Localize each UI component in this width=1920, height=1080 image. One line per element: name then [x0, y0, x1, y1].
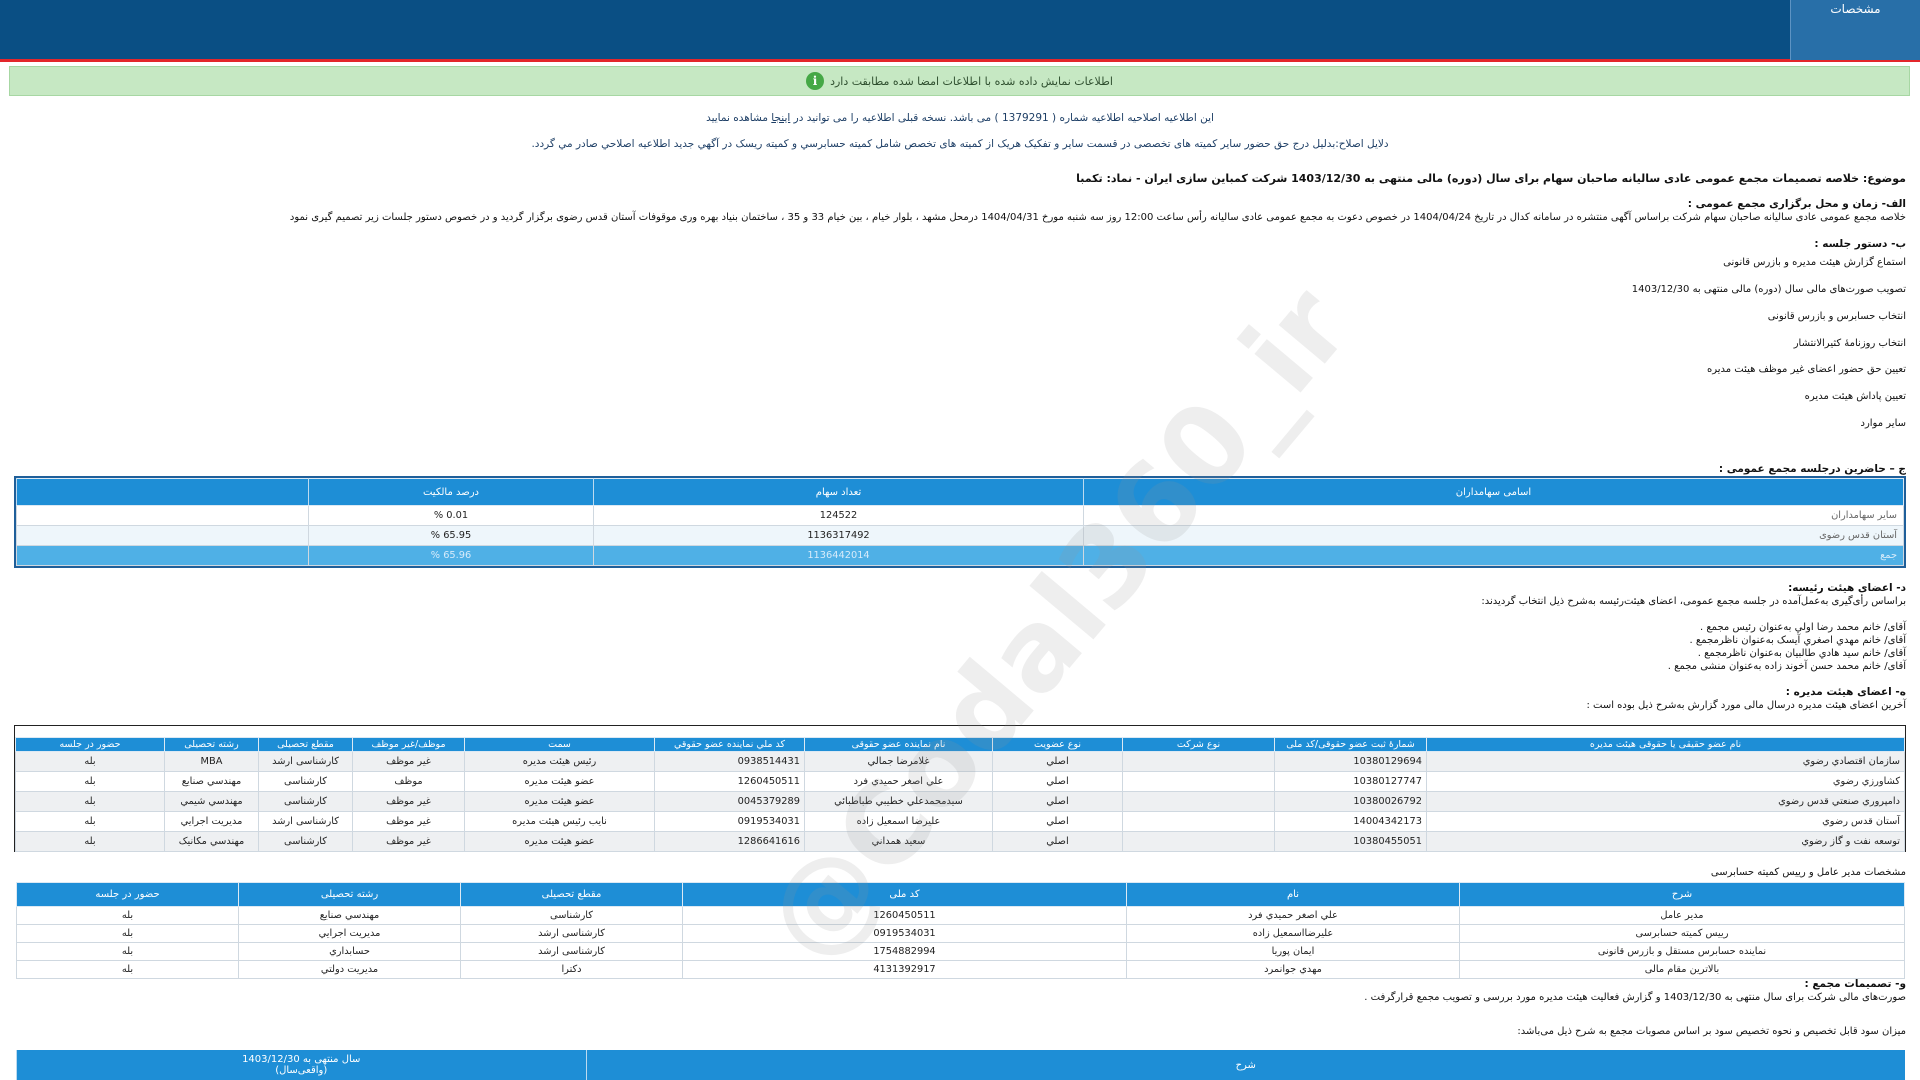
col-member-name: نام عضو حقیقی یا حقوقی هیئت مدیره	[1426, 737, 1905, 752]
table-row: نماینده حسابرس مستقل و بازرس قانونی ایمان…	[16, 942, 1905, 961]
section-e-title: ه- اعضای هیئت مدیره :	[1785, 686, 1906, 698]
table-row: بالاترین مقام مالی مهدي جوانمرد 4131392917…	[16, 960, 1905, 979]
col-registration-number: شمارۀ ثبت عضو حقوقی/کد ملی	[1274, 737, 1427, 752]
col-executive-status: موظف/غیر موظف	[352, 737, 465, 752]
presiding-member: آقای/ خانم سید هادي طالبيان به‌عنوان ناظ…	[1697, 648, 1906, 659]
section-c-title: ج – حاضرین درجلسه مجمع عمومی :	[1718, 463, 1906, 475]
col-representative-name: نام نماینده عضو حقوقی	[804, 737, 993, 752]
ceo-committee-table: شرح نام کد ملی مقطع تحصیلی رشته تحصیلی ح…	[16, 882, 1905, 979]
table-row: توسعه نفت و گاز رضوي 10380455051 اصلي سعید …	[15, 831, 1905, 852]
shareholders-table: اسامی سهامداران تعداد سهام درصد مالکیت س…	[14, 476, 1906, 568]
agenda-item: تعیین حق حضور اعضای غیر موظف هیئت مدیره	[1706, 364, 1906, 375]
table-row: دامپروري صنعتي قدس رضوي 10380026792 اصلي سی…	[15, 791, 1905, 812]
presiding-member: آقای/ خانم محمد حسن آخوند زاده به‌عنوان …	[1667, 661, 1906, 672]
agenda-item: انتخاب روزنامۀ کثیرالانتشار	[1793, 338, 1906, 349]
correction-notice: این اطلاعیه اصلاحیه اطلاعیه شماره ( 1379…	[706, 112, 1214, 124]
col-share-count: تعداد سهام	[593, 478, 1084, 506]
agenda-item: سایر موارد	[1860, 418, 1907, 429]
section-e-intro: آخرین اعضای هیئت مدیره درسال مالی مورد گ…	[1586, 700, 1906, 711]
section-d-title: د- اعضای هیئت رئیسه:	[1788, 582, 1906, 594]
profit-allocation-intro: میزان سود قابل تخصیص و نحوه تخصیص سود بر…	[1517, 1026, 1906, 1037]
col-position: سمت	[464, 737, 655, 752]
table-row: کشاورزي رضوي 10380127747 اصلي علي اصغر حمید…	[15, 771, 1905, 792]
col-attendance: حضور در جلسه	[16, 882, 239, 907]
col-national-id: کد ملی	[682, 882, 1127, 907]
table-row: سایر سهامداران 124522 0.01 %	[16, 505, 1904, 526]
col-education-level: مقطع تحصیلی	[460, 882, 683, 907]
col-ownership-percent: درصد مالکیت	[308, 478, 594, 506]
previous-version-link[interactable]: اینجا	[771, 112, 790, 124]
ceo-section-title: مشخصات مدیر عامل و رییس کمیته حسابرسی	[1710, 867, 1906, 878]
board-members-table: نام عضو حقیقی یا حقوقی هیئت مدیره شمارۀ …	[14, 725, 1906, 852]
section-a-title: الف- زمان و محل برگزاری مجمع عمومی :	[1687, 198, 1906, 210]
section-a-text: خلاصه مجمع عمومی عادی سالیانه صاحبان سها…	[289, 212, 1906, 223]
agenda-item: استماع گزارش هیئت مدیره و بازرس قانونی	[1723, 257, 1906, 268]
agenda-item: تصویب صورت‌های مالی سال (دوره) مالی منته…	[1631, 284, 1906, 295]
agenda-item: انتخاب حسابرس و بازرس قانونی	[1767, 311, 1906, 322]
signature-match-bar: اطلاعات نمایش داده شده با اطلاعات امضا ش…	[9, 66, 1910, 96]
table-row: رییس کمیته حسابرسی علیرضااسمعیل زاده 09195…	[16, 924, 1905, 943]
top-header	[0, 0, 1920, 62]
watermark: @Codal360_ir	[739, 263, 1374, 985]
section-b-title: ب- دستور جلسه :	[1814, 238, 1906, 250]
table-row: سازمان اقتصادي رضوي 10380129694 اصلي غلامرض…	[15, 751, 1905, 772]
col-name: نام	[1126, 882, 1460, 907]
col-field-of-study: رشته تحصیلی	[238, 882, 461, 907]
tab-details[interactable]: مشخصات	[1790, 0, 1920, 60]
section-f-text: صورت‌های مالی شرکت برای سال منتهی به 140…	[1364, 992, 1906, 1003]
info-bar-text: اطلاعات نمایش داده شده با اطلاعات امضا ش…	[830, 74, 1113, 88]
col-membership-type: نوع عضویت	[992, 737, 1123, 752]
info-icon: i	[806, 72, 825, 90]
col-attendance: حضور در جلسه	[15, 737, 165, 752]
agenda-item: تعیین پاداش هیئت مدیره	[1804, 391, 1906, 402]
col-representative-id: کد ملي نماینده عضو حقوقي	[654, 737, 805, 752]
profit-allocation-table: شرح سال منتهی به 1403/12/30 (واقعی‌سال)	[16, 1050, 1905, 1080]
col-education-level: مقطع تحصیلی	[258, 737, 353, 752]
col-description: شرح	[585, 1050, 1905, 1080]
table-row: مدير عامل علي اصغر حمیدي فرد 1260450511 کار…	[16, 906, 1905, 925]
table-row: آستان قدس رضوی 1136317492 65.95 %	[16, 525, 1904, 546]
total-row: جمع 1136442014 65.96 %	[16, 545, 1904, 566]
correction-reason: دلایل اصلاح:بدلیل درج حق حضور سایر کمیته…	[531, 138, 1389, 150]
presiding-member: آقای/ خانم مهدي اصغري آيسک به‌عنوان ناظر…	[1689, 635, 1906, 646]
section-f-title: و- تصمیمات مجمع :	[1804, 978, 1906, 990]
presiding-member: آقای/ خانم محمد رضا اولي به‌عنوان رئیس م…	[1700, 622, 1906, 633]
table-row: آستان قدس رضوي 14004342173 اصلي علیرضا اسمع…	[15, 811, 1905, 832]
col-description: شرح	[1459, 882, 1905, 907]
col-period: سال منتهی به 1403/12/30 (واقعی‌سال)	[16, 1050, 586, 1080]
page-title: موضوع: خلاصه تصمیمات مجمع عمومی عادی سال…	[1076, 172, 1906, 185]
col-shareholder-names: اسامی سهامداران	[1083, 478, 1904, 506]
col-company-type: نوع شرکت	[1122, 737, 1275, 752]
col-field-of-study: رشته تحصیلی	[164, 737, 259, 752]
section-d-intro: براساس رأی‌گیری به‌عمل‌آمده در جلسه مجمع…	[1481, 596, 1906, 607]
